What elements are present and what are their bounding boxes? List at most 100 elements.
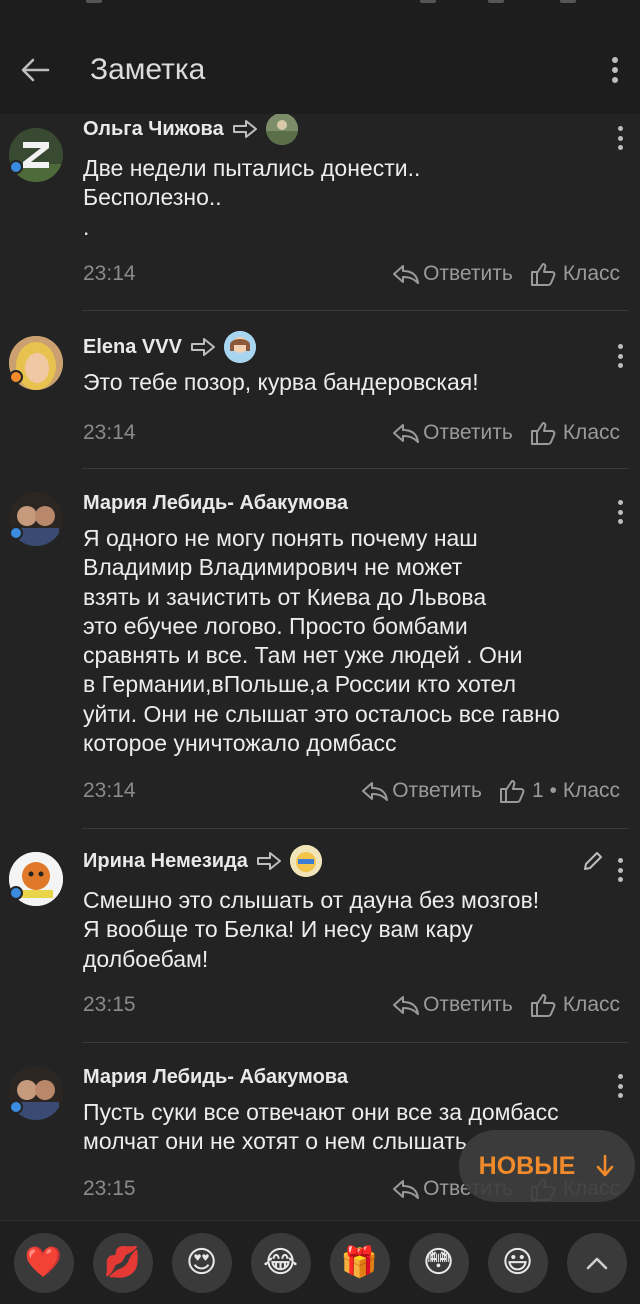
back-button[interactable]: [0, 26, 70, 114]
author-row: Мария Лебидь- Абакумова: [83, 1062, 348, 1092]
comment: Ольга Чижова Две недели пытались донести…: [0, 114, 640, 310]
reply-button[interactable]: Ответить: [392, 421, 513, 445]
comment-text-line: Это тебе позор, курва бандеровская!: [83, 369, 479, 395]
reply-target-avatar[interactable]: [265, 114, 298, 145]
arrow-down-icon: [597, 1154, 614, 1177]
author-name[interactable]: Ирина Немезида: [83, 850, 248, 873]
comment-time: 23:14: [83, 779, 136, 802]
comment-text: Смешно это слышать от дауна без мозгов! …: [83, 886, 626, 974]
more-vertical-icon: [612, 57, 618, 83]
status-bar-fragment: [488, 0, 504, 3]
author-name[interactable]: Мария Лебидь- Абакумова: [83, 1066, 348, 1089]
kiss-lips-icon: 💋: [103, 1245, 142, 1280]
comment-text-line: долбоебам!: [83, 945, 209, 972]
like-button[interactable]: Класс: [529, 261, 620, 287]
reaction-heart-eyes-button[interactable]: 😍: [171, 1232, 232, 1293]
thumbs-up-icon: [530, 994, 556, 1017]
comment-text-line: Я одного не могу понять почему наш: [83, 525, 478, 551]
comment-menu-button[interactable]: [614, 126, 626, 150]
like-button[interactable]: Класс: [529, 420, 620, 446]
divider: [82, 310, 628, 311]
comment-text-line: Две недели пытались донести..: [83, 155, 421, 181]
divider: [82, 1042, 628, 1043]
reply-icon: [393, 265, 420, 284]
online-status-dot: [9, 1100, 23, 1114]
comment-time: 23:14: [83, 262, 136, 285]
reply-label: Ответить: [423, 993, 513, 1016]
author-name[interactable]: Ольга Чижова: [83, 118, 224, 141]
comment-text-line: взять и зачистить от Киева до Львова: [83, 583, 487, 610]
reply-icon: [362, 782, 389, 801]
new-comments-button[interactable]: НОВЫЕ: [459, 1130, 635, 1202]
online-status-dot: [9, 886, 23, 900]
gift-icon: 🎁: [340, 1245, 379, 1280]
reaction-smile-button[interactable]: 😃: [487, 1232, 548, 1293]
comment-menu-button[interactable]: [614, 858, 626, 882]
comment-menu-button[interactable]: [614, 344, 626, 368]
expand-reactions-button[interactable]: [566, 1232, 627, 1293]
comment-menu-button[interactable]: [614, 500, 626, 524]
online-status-dot: [9, 526, 23, 540]
comment-text-line: уйти. Они не слышат это осталось все гав…: [83, 700, 560, 727]
reply-target-avatar[interactable]: [289, 845, 322, 877]
author-name[interactable]: Elena VVV: [83, 336, 182, 359]
like-label: Класс: [562, 262, 620, 285]
comment-meta: 23:14 Ответить Класс: [83, 418, 620, 448]
edit-button[interactable]: [582, 850, 604, 872]
thumbs-up-icon: [530, 263, 556, 286]
reply-button[interactable]: Ответить: [392, 993, 513, 1017]
comment-time: 23:15: [83, 1177, 136, 1200]
arrow-left-icon: [21, 58, 50, 82]
author-row: Ирина Немезида: [83, 845, 322, 877]
thumbs-up-icon: [530, 422, 556, 445]
reaction-heart-button[interactable]: ❤️: [13, 1232, 74, 1293]
comment-text: Это тебе позор, курва бандеровская!: [83, 368, 626, 397]
thumbs-up-icon: [499, 780, 525, 803]
like-button[interactable]: 1 • Класс: [498, 778, 620, 804]
app-bar: Заметка: [0, 26, 640, 114]
status-bar-fragment: [560, 0, 576, 3]
reply-label: Ответить: [423, 262, 513, 285]
reaction-kiss-button[interactable]: 💋: [92, 1232, 153, 1293]
status-bar-fragment: [86, 0, 102, 3]
like-button[interactable]: Класс: [529, 992, 620, 1018]
like-label: Класс: [562, 421, 620, 444]
divider: [82, 468, 628, 469]
comment-time: 23:14: [83, 421, 136, 444]
author-name[interactable]: Мария Лебидь- Абакумова: [83, 492, 348, 515]
author-row: Elena VVV: [83, 331, 256, 363]
reply-icon: [393, 424, 420, 443]
comment-text-line: это ебучее логово. Просто бомбами: [83, 612, 468, 639]
like-count: 1 •: [531, 779, 557, 802]
comment-menu-button[interactable]: [614, 1074, 626, 1098]
reactions-bar: ❤️ 💋 😍 😂 🎁 😳 😃: [0, 1220, 640, 1304]
new-comments-label: НОВЫЕ: [478, 1151, 576, 1180]
reply-to-icon: [232, 119, 258, 139]
reply-button[interactable]: Ответить: [392, 262, 513, 286]
tears-of-joy-icon: 😂: [262, 1245, 299, 1280]
comment: Ирина Немезида Смешно это слышать от дау…: [0, 845, 640, 1042]
reaction-gift-button[interactable]: 🎁: [329, 1232, 390, 1293]
like-label: Класс: [562, 993, 620, 1016]
reply-target-avatar[interactable]: [223, 331, 256, 363]
reply-icon: [393, 996, 420, 1015]
reaction-laugh-button[interactable]: 😂: [250, 1232, 311, 1293]
comment-text-line: Владимир Владимирович не может: [83, 554, 463, 581]
comment-text: Я одного не могу понять почему наш Влади…: [83, 524, 626, 758]
heart-eyes-icon: 😍: [185, 1245, 218, 1280]
comment-text-line: в Германии,вПольше,а России кто хотел: [83, 671, 516, 698]
comment-text-line: Смешно это слышать от дауна без мозгов!: [83, 887, 540, 913]
comments-feed[interactable]: Ольга Чижова Две недели пытались донести…: [0, 114, 640, 1220]
comment-text-line: сравнять и все. Там нет уже людей . Они: [83, 642, 523, 669]
comment-meta: 23:14 Ответить Класс: [83, 259, 620, 289]
reaction-flushed-button[interactable]: 😳: [408, 1232, 469, 1293]
online-status-dot: [9, 370, 23, 384]
more-menu-button[interactable]: [590, 26, 640, 114]
heart-icon: ❤️: [24, 1245, 63, 1280]
reply-icon: [393, 1180, 420, 1199]
comment-time: 23:15: [83, 993, 136, 1016]
comment-text-line: Бесполезно..: [83, 184, 222, 211]
author-row: Мария Лебидь- Абакумова: [83, 488, 348, 518]
reply-button[interactable]: Ответить: [361, 779, 482, 803]
comment-meta: 23:15 Ответить Класс: [83, 990, 620, 1020]
